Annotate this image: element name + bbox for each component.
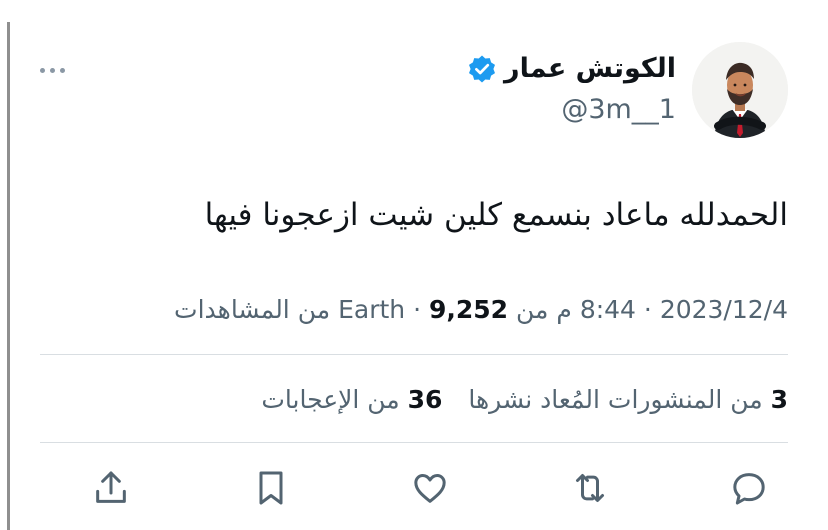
share-button[interactable]: [88, 465, 134, 511]
more-dot: [50, 67, 55, 73]
author-block: الكوتش عمار @3m__1: [467, 51, 676, 129]
share-icon: [96, 471, 126, 503]
author-name-row[interactable]: الكوتش عمار: [467, 51, 676, 87]
like-icon: [414, 474, 446, 503]
reposts-label: من المنشورات المُعاد نشرها: [468, 385, 763, 414]
like-button[interactable]: [407, 465, 453, 511]
tweet-card: الكوتش عمار @3m__1 الحمدلله ماعاد بنسمع …: [40, 0, 788, 530]
more-dot: [60, 67, 65, 73]
divider: [40, 354, 788, 355]
divider: [40, 442, 788, 443]
quote-rule: [7, 22, 10, 530]
reposts-stat[interactable]: 3 من المنشورات المُعاد نشرها: [460, 385, 788, 414]
likes-stat[interactable]: 36 من الإعجابات: [261, 385, 442, 414]
tweet-text: الحمدلله ماعاد بنسمع كلين شيت ازعجونا في…: [204, 197, 788, 233]
tweet-date[interactable]: 2023/12/4: [660, 295, 788, 324]
reply-icon: [733, 473, 765, 505]
author-handle[interactable]: @3m__1: [467, 91, 676, 129]
more-options-icon[interactable]: [40, 56, 74, 84]
likes-count: 36: [407, 385, 443, 414]
verified-badge-icon: [469, 55, 496, 83]
reposts-count: 3: [770, 385, 788, 414]
reply-button[interactable]: [726, 465, 772, 511]
bookmark-icon: [259, 471, 282, 505]
views-label: من المشاهدات: [174, 295, 331, 324]
likes-label: من الإعجابات: [261, 385, 400, 414]
repost-button[interactable]: [567, 465, 613, 511]
author-display-name[interactable]: الكوتش عمار: [504, 51, 676, 87]
views-count: 9,252: [428, 295, 509, 324]
avatar[interactable]: [692, 42, 788, 138]
more-dot: [40, 67, 45, 73]
tweet-stats: 3 من المنشورات المُعاد نشرها 36 من الإعج…: [261, 382, 788, 418]
avatar-image: [692, 42, 788, 138]
repost-icon: [575, 474, 604, 502]
meta-separator: ·: [413, 295, 429, 324]
tweet-meta: 2023/12/4 · 8:44 م من Earth · 9,252 من ا…: [174, 292, 788, 328]
tweet-action-bar: [88, 465, 772, 511]
bookmark-button[interactable]: [248, 465, 294, 511]
meta-separator: ·: [635, 295, 652, 324]
